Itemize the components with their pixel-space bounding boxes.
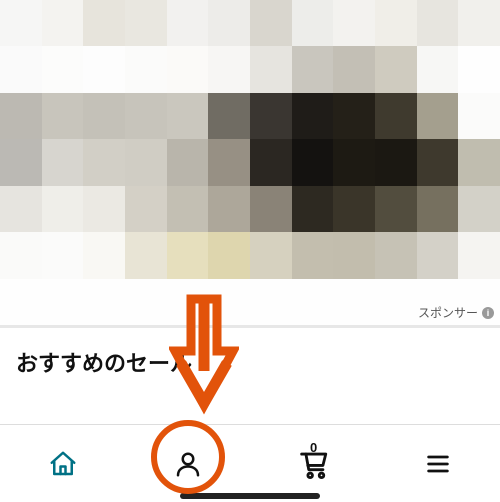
home-indicator[interactable] [180, 493, 320, 499]
promo-banner-image [0, 0, 500, 325]
hamburger-icon [424, 450, 452, 478]
section-title: おすすめのセール [0, 328, 500, 388]
info-icon: i [482, 307, 494, 319]
nav-menu[interactable] [375, 425, 500, 502]
sponsored-label[interactable]: スポンサー i [418, 304, 494, 321]
user-icon [173, 449, 203, 479]
section-title-text: おすすめのセール [16, 351, 192, 376]
cart-count-badge: 0 [310, 440, 317, 455]
sponsored-label-text: スポンサー [418, 304, 478, 321]
promo-banner: スポンサー i [0, 0, 500, 325]
nav-home[interactable] [0, 425, 125, 502]
nav-account[interactable] [125, 425, 250, 502]
nav-cart[interactable]: 0 [250, 425, 375, 502]
bottom-nav: 0 [0, 424, 500, 502]
home-icon [48, 449, 78, 479]
